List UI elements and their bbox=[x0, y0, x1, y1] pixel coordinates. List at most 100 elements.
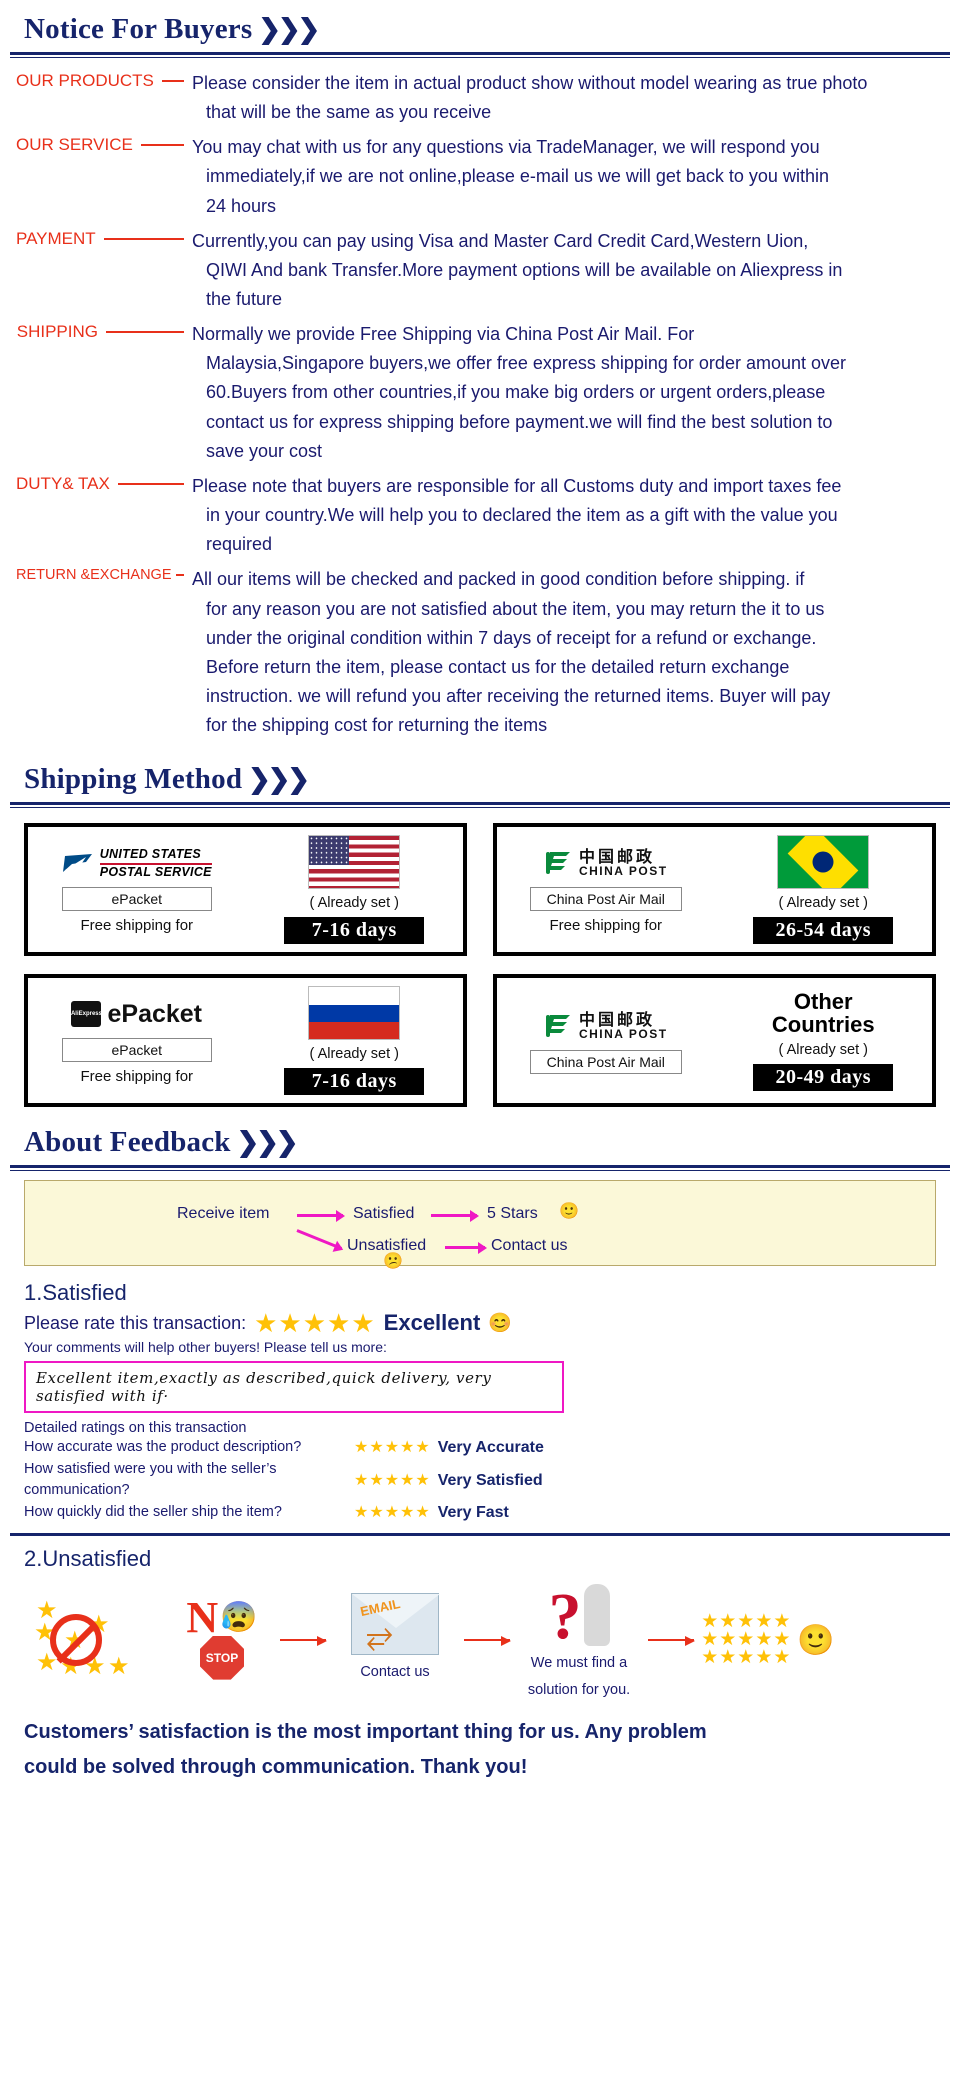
shipping-box-ae-ru-left: AliExpress ePacket ePacket Free shipping… bbox=[28, 978, 246, 1103]
label-dash bbox=[103, 237, 184, 240]
delivery-days-badge: 7-16 days bbox=[284, 917, 425, 945]
flow-arrow-4 bbox=[445, 1246, 485, 1250]
feedback-title-text: About Feedback bbox=[24, 1126, 231, 1159]
free-shipping-text: Free shipping for bbox=[549, 917, 663, 935]
already-set-label: ( Already set ) bbox=[309, 895, 399, 912]
stop-sign-icon: STOP bbox=[200, 1635, 244, 1680]
notice-label-payment: PAYMENT bbox=[16, 227, 188, 249]
notice-label-duty-tax: DUTY& TAX bbox=[16, 472, 188, 494]
rate-transaction-label: Please rate this transaction: bbox=[24, 1312, 247, 1333]
notice-body-return-exchange: All our items will be checked and packed… bbox=[192, 569, 831, 736]
flow-node-contact-us: Contact us bbox=[491, 1237, 568, 1255]
free-shipping-text: Free shipping for bbox=[80, 917, 194, 935]
flag-brazil-icon bbox=[777, 835, 870, 890]
closing-message: Customers’ satisfaction is the most impo… bbox=[10, 1705, 950, 1785]
notice-row-return-exchange: RETURN &EXCHANGE All our items will be c… bbox=[16, 565, 944, 740]
china-post-english-name: CHINA POST bbox=[578, 1026, 668, 1041]
comments-prompt: Your comments will help other buyers! Pl… bbox=[24, 1339, 387, 1356]
notice-section-title: Notice For Buyers ❯❯❯ bbox=[10, 0, 950, 48]
notice-body-duty-tax: Please note that buyers are responsible … bbox=[192, 475, 842, 555]
rating-stars[interactable]: ★★★★★ bbox=[254, 1310, 376, 1336]
china-post-logo: 中国邮政 CHINA POST bbox=[544, 1008, 668, 1044]
notice-label-return-exchange: RETURN &EXCHANGE bbox=[16, 565, 188, 583]
label-dash bbox=[140, 144, 184, 147]
curved-arrow-icon: ⥂ bbox=[366, 1616, 394, 1655]
solution-caption: We must find a solution for you. bbox=[527, 1654, 631, 1699]
smiley-happy-icon: 🙂 bbox=[797, 1623, 835, 1657]
crossed-stars-icon: ★ ★ ★ ★ ★ ★ ★ ★ bbox=[34, 1597, 130, 1681]
smiley-excellent-icon: 😊 bbox=[488, 1313, 512, 1335]
service-pill-china-post-air-mail: China Post Air Mail bbox=[529, 1049, 682, 1074]
shipping-section-title: Shipping Method ❯❯❯ bbox=[10, 750, 950, 798]
delivery-days-badge: 26-54 days bbox=[753, 917, 894, 945]
free-shipping-text: Free shipping for bbox=[80, 1068, 194, 1086]
shipping-box-china-post-brazil: 中国邮政 CHINA POST China Post Air Mail Free… bbox=[493, 823, 936, 957]
closing-line-1: Customers’ satisfaction is the most impo… bbox=[24, 1720, 707, 1743]
detailed-rating-row: How satisfied were you with the seller’s… bbox=[24, 1459, 936, 1501]
flow-arrow-3 bbox=[296, 1229, 343, 1250]
epacket-wordmark: ePacket bbox=[107, 999, 203, 1028]
comment-textarea[interactable]: Excellent item,exactly as described,quic… bbox=[24, 1361, 564, 1414]
shipping-title-text: Shipping Method bbox=[24, 763, 243, 796]
notice-row-shipping: SHIPPING Normally we provide Free Shippi… bbox=[16, 320, 944, 466]
usps-wordmark: UNITED STATES POSTAL SERVICE bbox=[99, 847, 212, 879]
smiley-happy-icon: 🙂 bbox=[559, 1203, 579, 1221]
person-figure-icon bbox=[583, 1583, 610, 1646]
notice-body-payment: Currently,you can pay using Visa and Mas… bbox=[192, 230, 843, 309]
shipping-box-usps: UNITED STATES POSTAL SERVICE ePacket Fre… bbox=[24, 823, 467, 957]
rating-question: How quickly did the seller ship the item… bbox=[24, 1504, 282, 1521]
service-pill-epacket: ePacket bbox=[61, 887, 212, 912]
notice-row-products: OUR PRODUCTS Please consider the item in… bbox=[16, 69, 944, 127]
detailed-rating-row: How accurate was the product description… bbox=[24, 1436, 936, 1459]
rating-word: Excellent bbox=[383, 1310, 481, 1336]
rating-stars[interactable]: ★★★★★ bbox=[354, 1501, 431, 1524]
flow-node-5-stars: 5 Stars bbox=[487, 1205, 538, 1223]
rating-question: How satisfied were you with the seller’s… bbox=[24, 1461, 277, 1499]
rating-stars[interactable]: ★★★★★ bbox=[354, 1436, 431, 1459]
unsatisfied-block: 2.Unsatisfied ★ ★ ★ ★ ★ ★ ★ ★ N � bbox=[10, 1536, 950, 1705]
china-post-logo: 中国邮政 CHINA POST bbox=[544, 845, 668, 881]
notice-body-our-service: You may chat with us for any questions v… bbox=[192, 137, 829, 216]
flag-united-states-icon bbox=[308, 835, 401, 890]
chevron-right-icon: ❯❯❯ bbox=[248, 764, 310, 795]
notice-list: OUR PRODUCTS Please consider the item in… bbox=[10, 55, 950, 750]
china-post-mark-icon bbox=[544, 850, 574, 876]
good-rating-group: ★★★★★ ★★★★★ ★★★★★ 🙂 bbox=[698, 1612, 838, 1669]
service-pill-epacket: ePacket bbox=[61, 1038, 212, 1063]
label-dash bbox=[106, 331, 184, 334]
find-solution-group: ? We must find a solution for you. bbox=[514, 1576, 644, 1705]
closing-line-2: could be solved through communication. T… bbox=[24, 1755, 528, 1778]
notice-row-service: OUR SERVICE You may chat with us for any… bbox=[16, 133, 944, 220]
flow-node-receive-item: Receive item bbox=[177, 1205, 270, 1223]
shipping-box-cp-other-right: Other Countries ( Already set ) 20-49 da… bbox=[715, 978, 933, 1103]
notice-title-text: Notice For Buyers bbox=[24, 13, 253, 45]
satisfied-heading: 1.Satisfied bbox=[24, 1280, 127, 1306]
already-set-label: ( Already set ) bbox=[778, 895, 868, 912]
satisfied-block: 1.Satisfied Please rate this transaction… bbox=[10, 1266, 950, 1528]
rate-transaction-row: Please rate this transaction: ★★★★★ Exce… bbox=[24, 1310, 936, 1336]
label-dash bbox=[161, 79, 184, 82]
notice-body-shipping: Normally we provide Free Shipping via Ch… bbox=[192, 324, 847, 461]
rating-question: How accurate was the product description… bbox=[24, 1439, 302, 1456]
label-dash bbox=[117, 482, 184, 485]
rating-value: Very Satisfied bbox=[437, 1471, 543, 1489]
rating-stars[interactable]: ★★★★★ bbox=[354, 1469, 431, 1492]
shipping-box-china-post-other: 中国邮政 CHINA POST China Post Air Mail Othe… bbox=[493, 974, 936, 1108]
shipping-box-cp-br-right: ( Already set ) 26-54 days bbox=[715, 827, 933, 952]
smiley-sad-icon: 😕 bbox=[383, 1253, 403, 1271]
china-post-chinese-name: 中国邮政 bbox=[578, 847, 655, 867]
no-stop-group: N 😰 STOP bbox=[168, 1596, 276, 1680]
other-countries-label: Other Countries bbox=[771, 989, 875, 1038]
notice-label-our-products: OUR PRODUCTS bbox=[16, 69, 188, 91]
delivery-days-badge: 20-49 days bbox=[753, 1064, 894, 1092]
notice-label-shipping: SHIPPING bbox=[16, 320, 188, 342]
email-envelope-icon: EMAIL ⥂ bbox=[351, 1593, 440, 1656]
question-mark-icon: ? bbox=[548, 1580, 582, 1654]
china-post-chinese-name: 中国邮政 bbox=[578, 1009, 655, 1029]
final-stars-row: ★★★★★ bbox=[701, 1647, 792, 1669]
flow-arrow-2 bbox=[431, 1214, 477, 1218]
flow-arrow-1 bbox=[297, 1214, 343, 1218]
feedback-flow-diagram: Receive item Satisfied 5 Stars 🙂 Unsatis… bbox=[24, 1180, 936, 1270]
feedback-divider bbox=[10, 1164, 950, 1169]
flyer-page: Notice For Buyers ❯❯❯ OUR PRODUCTS Please… bbox=[0, 0, 960, 1805]
